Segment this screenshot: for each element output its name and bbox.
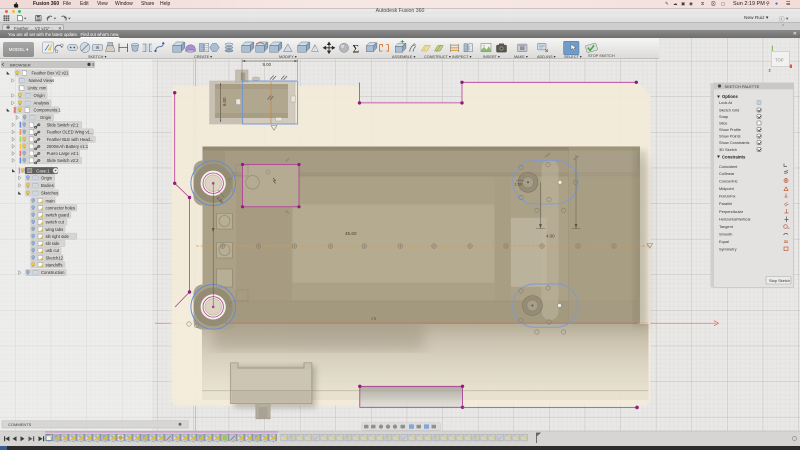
svg-text:switch guard: switch guard — [46, 213, 70, 218]
svg-text:Fix/UnFix: Fix/UnFix — [719, 194, 735, 199]
svg-text:Tangent: Tangent — [719, 224, 734, 229]
svg-text:Origin: Origin — [34, 93, 46, 98]
svg-text:Origin: Origin — [41, 176, 53, 181]
svg-text:main: main — [46, 198, 56, 203]
svg-text:Case:1: Case:1 — [36, 168, 50, 173]
svg-text:Sketches: Sketches — [41, 191, 58, 196]
svg-text:Slice: Slice — [719, 121, 727, 126]
svg-text:Origin: Origin — [40, 115, 52, 120]
svg-text:Named Views: Named Views — [29, 78, 55, 83]
svg-text:standoffs: standoffs — [46, 262, 63, 267]
svg-text:Analysis: Analysis — [34, 101, 50, 106]
svg-text:Options: Options — [722, 94, 738, 99]
svg-text:connector holes: connector holes — [46, 206, 76, 211]
svg-text:Smooth: Smooth — [719, 232, 732, 237]
svg-text:Puero Large v4:1: Puero Large v4:1 — [47, 151, 80, 156]
svg-text:Symmetry: Symmetry — [719, 246, 737, 251]
svg-text:Coincident: Coincident — [719, 164, 738, 169]
svg-text:Bodies: Bodies — [41, 183, 54, 188]
svg-text:switch cut: switch cut — [46, 220, 65, 225]
svg-text:slit right side: slit right side — [46, 234, 70, 239]
svg-text:usb cut: usb cut — [46, 248, 60, 253]
svg-text:TOP: TOP — [775, 58, 784, 63]
svg-text:Σ: Σ — [353, 43, 360, 55]
svg-text:Slide Switch v2:1: Slide Switch v2:1 — [47, 122, 80, 127]
svg-text:Midpoint: Midpoint — [719, 186, 735, 191]
svg-text:Feather BLE with Head...: Feather BLE with Head... — [47, 137, 94, 142]
svg-text:Components:1: Components:1 — [34, 108, 62, 113]
svg-text:BROWSER: BROWSER — [10, 63, 31, 68]
svg-text:Slide Switch v2:2: Slide Switch v2:2 — [47, 158, 80, 163]
svg-text:Units: mm: Units: mm — [28, 86, 47, 91]
svg-text:Constraints: Constraints — [722, 154, 746, 159]
svg-text:Show Constraints: Show Constraints — [719, 140, 750, 145]
svg-text:4.00: 4.00 — [546, 234, 555, 239]
svg-text:Feather Box V2 v21: Feather Box V2 v21 — [32, 71, 70, 76]
svg-text:Stop Sketch: Stop Sketch — [769, 278, 790, 283]
svg-text:Equal: Equal — [719, 239, 729, 244]
svg-text:Collinear: Collinear — [719, 171, 735, 176]
svg-text:Show Points: Show Points — [719, 134, 741, 139]
svg-text:45.60: 45.60 — [345, 231, 357, 236]
svg-text:Concentric: Concentric — [719, 179, 738, 184]
svg-text:Parallel: Parallel — [719, 201, 732, 206]
svg-text:Sketch12: Sketch12 — [46, 255, 64, 260]
svg-text:Look At: Look At — [719, 100, 733, 105]
svg-text:wing tabs: wing tabs — [46, 227, 64, 232]
svg-text:9.00: 9.00 — [263, 62, 272, 67]
svg-text:Sketch Grid: Sketch Grid — [719, 108, 739, 113]
svg-text:Feather OLED Wing v1...: Feather OLED Wing v1... — [47, 130, 94, 135]
svg-text:2000mAh Battery v1:1: 2000mAh Battery v1:1 — [47, 144, 89, 149]
svg-text:6.00: 6.00 — [222, 97, 227, 106]
svg-text:Perpendicular: Perpendicular — [719, 209, 744, 214]
svg-text:SKETCH PALETTE: SKETCH PALETTE — [725, 84, 760, 89]
svg-text:3⇅: 3⇅ — [371, 316, 377, 321]
svg-text:Construction: Construction — [41, 270, 65, 275]
svg-text:Snap: Snap — [719, 114, 728, 119]
svg-text:1.50: 1.50 — [515, 183, 522, 187]
svg-text:3D Sketch: 3D Sketch — [719, 147, 737, 152]
svg-text:COMMENTS: COMMENTS — [8, 422, 32, 427]
svg-text:slit side: slit side — [46, 241, 61, 246]
svg-text:Horizontal/Vertical: Horizontal/Vertical — [719, 217, 750, 222]
svg-text:Show Profile: Show Profile — [719, 127, 741, 132]
